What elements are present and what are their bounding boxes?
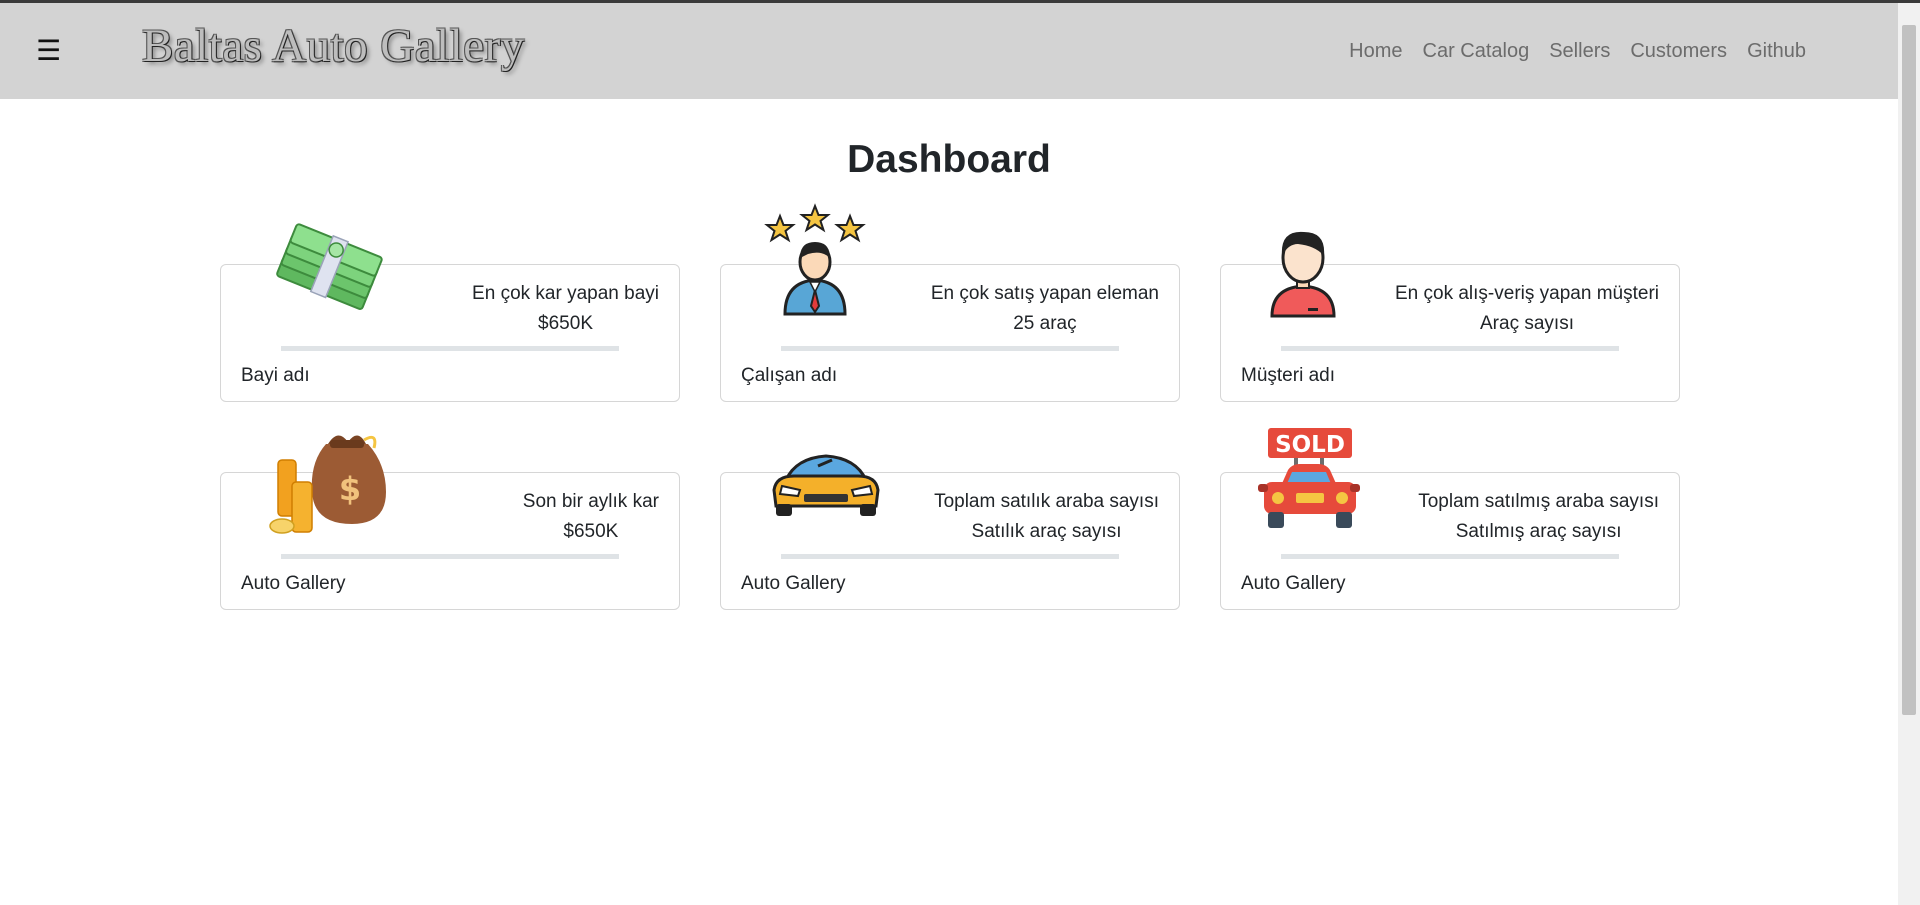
money-bag-icon: $ <box>269 435 386 534</box>
nav-link-home[interactable]: Home <box>1349 40 1402 63</box>
card-footer: Auto Gallery <box>741 573 846 594</box>
nav-link-sellers[interactable]: Sellers <box>1549 40 1610 63</box>
svg-text:$: $ <box>339 470 361 508</box>
card-info: En çok alış-veriş yapan müşteri Araç say… <box>1395 279 1659 339</box>
card-heading: Son bir aylık kar <box>522 491 659 512</box>
brand-logo[interactable]: Baltas Auto Gallery <box>142 19 525 73</box>
card-info: En çok satış yapan eleman 25 araç <box>931 279 1159 339</box>
vertical-scrollbar[interactable] <box>1898 3 1920 905</box>
nav-link-github[interactable]: Github <box>1747 40 1806 63</box>
card-divider-bar <box>781 554 1119 559</box>
nav-links: Home Car Catalog Sellers Customers Githu… <box>1349 40 1806 63</box>
sold-car-icon: SOLD <box>1258 428 1360 528</box>
card-divider-bar <box>781 346 1119 351</box>
menu-icon[interactable]: ☰ <box>36 37 61 65</box>
card-heading: En çok kar yapan bayi <box>472 283 659 304</box>
nav-link-car-catalog[interactable]: Car Catalog <box>1423 40 1530 63</box>
card-footer: Çalışan adı <box>741 365 838 386</box>
card-footer: Bayi adı <box>241 365 310 386</box>
card-value: $650K <box>538 313 593 334</box>
card-heading: En çok satış yapan eleman <box>930 283 1159 304</box>
money-stack-icon <box>276 223 383 310</box>
page-title: Dashboard <box>847 138 1051 181</box>
card-value: Satılmış araç sayısı <box>1455 521 1622 542</box>
card-divider-bar <box>281 346 619 351</box>
card-divider-bar <box>281 554 619 559</box>
card-heading: Toplam satılık araba sayısı <box>934 491 1159 512</box>
navbar: ☰ Baltas Auto Gallery Home Car Catalog S… <box>0 3 1898 99</box>
card-info: Son bir aylık kar $650K <box>523 487 659 547</box>
scrollbar-thumb[interactable] <box>1902 25 1916 715</box>
card-divider-bar <box>1281 554 1619 559</box>
card-footer: Auto Gallery <box>1241 573 1346 594</box>
card-info: Toplam satılmış araba sayısı Satılmış ar… <box>1418 487 1659 547</box>
nav-link-customers[interactable]: Customers <box>1630 40 1727 63</box>
card-value: $650K <box>563 521 619 542</box>
star-employee-icon <box>764 203 866 316</box>
sold-sign-text: SOLD <box>1275 432 1345 458</box>
sports-car-icon <box>772 454 880 516</box>
card-footer: Auto Gallery <box>241 573 346 594</box>
card-value: Araç sayısı <box>1480 313 1574 334</box>
card-info: En çok kar yapan bayi $650K <box>472 279 659 339</box>
card-heading: En çok alış-veriş yapan müşteri <box>1395 283 1659 304</box>
customer-icon <box>1270 231 1336 318</box>
card-footer: Müşteri adı <box>1241 365 1335 386</box>
card-heading: Toplam satılmış araba sayısı <box>1418 491 1659 512</box>
card-info: Toplam satılık araba sayısı Satılık araç… <box>934 487 1159 547</box>
card-value: 25 araç <box>1013 313 1077 334</box>
card-divider-bar <box>1281 346 1619 351</box>
card-value: Satılık araç sayısı <box>971 521 1122 542</box>
